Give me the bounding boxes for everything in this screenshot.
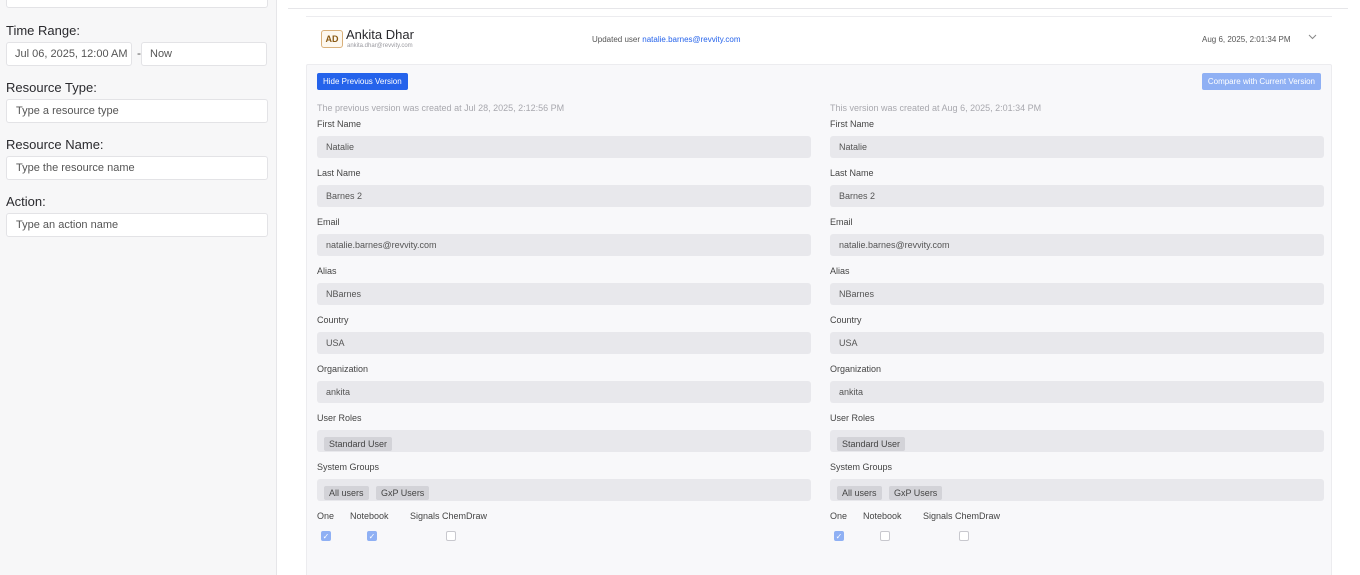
field-label: Last Name <box>317 168 361 178</box>
field-label: Alias <box>830 266 850 276</box>
user-roles-field: Standard User <box>830 430 1324 452</box>
field-label: Alias <box>317 266 337 276</box>
notebook-checkbox[interactable]: ✓ <box>367 531 377 541</box>
entry-timestamp: Aug 6, 2025, 2:01:34 PM <box>1202 35 1291 44</box>
field-label: Country <box>317 315 349 325</box>
audit-log-page: Time Range: Jul 06, 2025, 12:00 AM - Now… <box>0 0 1360 575</box>
field-label: Organization <box>830 364 882 374</box>
app-label: One <box>830 511 848 521</box>
action-prefix: Updated user <box>592 35 641 44</box>
system-groups-label: System Groups <box>317 462 380 472</box>
app-label: Signals ChemDraw <box>923 511 1001 521</box>
organization-field: ankita <box>317 381 811 403</box>
email-field: natalie.barnes@revvity.com <box>830 234 1324 256</box>
field-label: Email <box>317 217 340 227</box>
apps-row: One Notebook Signals ChemDraw <box>830 511 1324 525</box>
action-description: Updated user natalie.barnes@revvity.com <box>592 35 741 44</box>
role-tag: Standard User <box>837 437 906 451</box>
last-name-field: Barnes 2 <box>830 185 1324 207</box>
resource-name-input[interactable]: Type the resource name <box>6 156 268 180</box>
user-roles-label: User Roles <box>830 413 875 423</box>
signals-chemdraw-checkbox[interactable] <box>446 531 456 541</box>
time-range-start-input[interactable]: Jul 06, 2025, 12:00 AM <box>6 42 132 66</box>
field-label: Organization <box>317 364 369 374</box>
notebook-checkbox[interactable] <box>880 531 890 541</box>
user-roles-label: User Roles <box>317 413 362 423</box>
group-tag: All users <box>324 486 369 500</box>
partial-filter-input[interactable] <box>6 0 268 8</box>
user-roles-field: Standard User <box>317 430 811 452</box>
resource-type-input[interactable]: Type a resource type <box>6 99 268 123</box>
previous-created-note: The previous version was created at Jul … <box>317 103 565 113</box>
field-label: First Name <box>317 119 362 129</box>
app-label: Notebook <box>350 511 389 521</box>
resource-name-label: Resource Name: <box>6 137 104 152</box>
user-email: ankita.dhar@revvity.com <box>347 43 413 49</box>
user-name: Ankita Dhar <box>346 27 414 42</box>
app-label: One <box>317 511 335 521</box>
avatar: AD <box>321 30 343 48</box>
current-version-column: This version was created at Aug 6, 2025,… <box>830 103 1324 545</box>
current-created-note: This version was created at Aug 6, 2025,… <box>830 103 1042 113</box>
country-field: USA <box>317 332 811 354</box>
organization-field: ankita <box>830 381 1324 403</box>
chevron-down-icon[interactable] <box>1308 32 1317 42</box>
divider <box>288 8 1348 9</box>
email-field: natalie.barnes@revvity.com <box>317 234 811 256</box>
resource-type-label: Resource Type: <box>6 80 97 95</box>
audit-log-main: AD Ankita Dhar ankita.dhar@revvity.com U… <box>278 0 1360 575</box>
time-range-end-input[interactable]: Now <box>141 42 267 66</box>
audit-entry-header[interactable]: AD Ankita Dhar ankita.dhar@revvity.com U… <box>306 16 1332 56</box>
apps-row: One Notebook Signals ChemDraw <box>317 511 811 525</box>
system-groups-field: All users GxP Users <box>830 479 1324 501</box>
compare-with-current-button[interactable]: Compare with Current Version <box>1201 73 1321 90</box>
apps-checkbox-row: ✓ ✓ <box>317 531 811 545</box>
filter-sidebar: Time Range: Jul 06, 2025, 12:00 AM - Now… <box>0 0 277 575</box>
first-name-field: Natalie <box>830 136 1324 158</box>
one-checkbox[interactable]: ✓ <box>834 531 844 541</box>
alias-field: NBarnes <box>317 283 811 305</box>
system-groups-field: All users GxP Users <box>317 479 811 501</box>
action-target-link[interactable]: natalie.barnes@revvity.com <box>642 35 740 44</box>
apps-checkbox-row: ✓ <box>830 531 1324 545</box>
role-tag: Standard User <box>324 437 393 451</box>
field-label: Last Name <box>830 168 874 178</box>
one-checkbox[interactable]: ✓ <box>321 531 331 541</box>
version-detail-panel: Hide Previous Version Compare with Curre… <box>306 64 1332 575</box>
field-label: Country <box>830 315 862 325</box>
action-label: Action: <box>6 194 46 209</box>
system-groups-label: System Groups <box>830 462 893 472</box>
field-label: First Name <box>830 119 875 129</box>
previous-version-column: The previous version was created at Jul … <box>317 103 811 545</box>
group-tag: GxP Users <box>375 486 430 500</box>
field-label: Email <box>830 217 853 227</box>
hide-previous-version-button[interactable]: Hide Previous Version <box>317 73 408 90</box>
last-name-field: Barnes 2 <box>317 185 811 207</box>
time-range-label: Time Range: <box>6 23 80 38</box>
country-field: USA <box>830 332 1324 354</box>
action-input[interactable]: Type an action name <box>6 213 268 237</box>
group-tag: All users <box>837 486 882 500</box>
first-name-field: Natalie <box>317 136 811 158</box>
alias-field: NBarnes <box>830 283 1324 305</box>
signals-chemdraw-checkbox[interactable] <box>959 531 969 541</box>
app-label: Notebook <box>863 511 902 521</box>
group-tag: GxP Users <box>888 486 943 500</box>
app-label: Signals ChemDraw <box>410 511 488 521</box>
